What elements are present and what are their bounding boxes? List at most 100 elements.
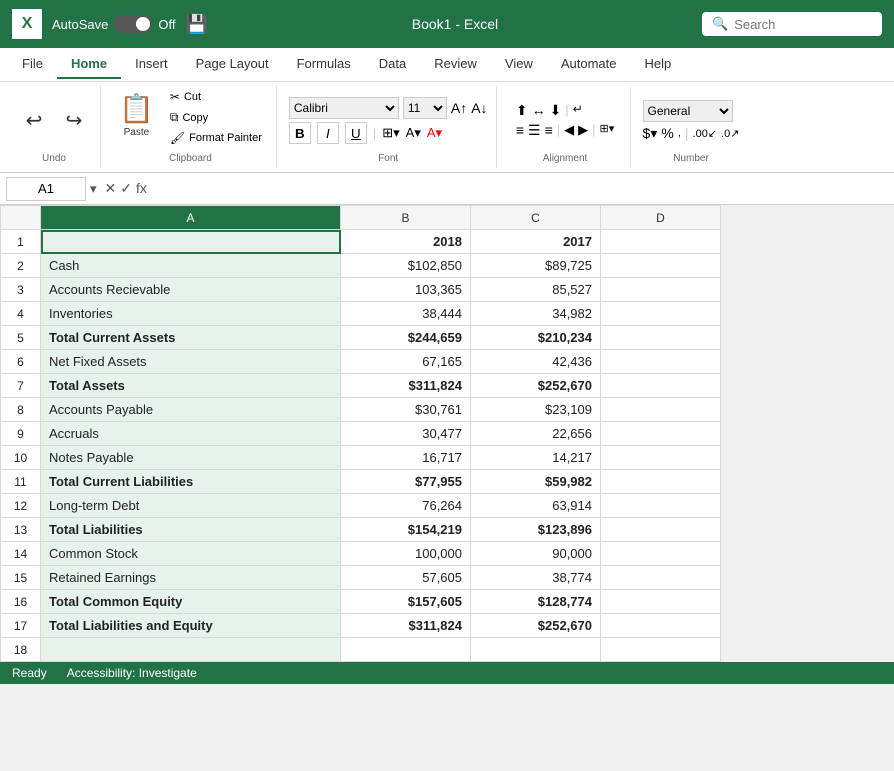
font-shrink-icon[interactable]: A↓ <box>471 100 487 116</box>
cell-d18[interactable] <box>601 638 721 662</box>
cell-a9[interactable]: Accruals <box>41 422 341 446</box>
cell-d13[interactable] <box>601 518 721 542</box>
cell-a5[interactable]: Total Current Assets <box>41 326 341 350</box>
cell-d14[interactable] <box>601 542 721 566</box>
cell-a13[interactable]: Total Liabilities <box>41 518 341 542</box>
cell-b18[interactable] <box>341 638 471 662</box>
decimal-decrease-icon[interactable]: .00↙ <box>693 127 718 140</box>
tab-file[interactable]: File <box>8 50 57 79</box>
font-size-select[interactable]: 11 <box>403 97 447 119</box>
cell-d1[interactable] <box>601 230 721 254</box>
cell-c2[interactable]: $89,725 <box>471 254 601 278</box>
cell-c16[interactable]: $128,774 <box>471 590 601 614</box>
cell-a11[interactable]: Total Current Liabilities <box>41 470 341 494</box>
cancel-formula-icon[interactable]: ✕ <box>105 180 117 197</box>
cell-c12[interactable]: 63,914 <box>471 494 601 518</box>
cell-d15[interactable] <box>601 566 721 590</box>
align-center-icon[interactable]: ☰ <box>528 122 541 139</box>
col-header-a[interactable]: A <box>41 206 341 230</box>
cell-c10[interactable]: 14,217 <box>471 446 601 470</box>
cell-d4[interactable] <box>601 302 721 326</box>
cell-b11[interactable]: $77,955 <box>341 470 471 494</box>
cell-d3[interactable] <box>601 278 721 302</box>
confirm-formula-icon[interactable]: ✓ <box>120 180 132 197</box>
cell-a3[interactable]: Accounts Recievable <box>41 278 341 302</box>
cell-c15[interactable]: 38,774 <box>471 566 601 590</box>
currency-icon[interactable]: $▾ <box>643 125 658 142</box>
merge-center-icon[interactable]: ⊞▾ <box>600 122 615 139</box>
formula-input[interactable] <box>155 177 888 201</box>
cell-b6[interactable]: 67,165 <box>341 350 471 374</box>
align-left-icon[interactable]: ≡ <box>516 122 524 139</box>
cell-d11[interactable] <box>601 470 721 494</box>
tab-formulas[interactable]: Formulas <box>283 50 365 79</box>
save-icon[interactable]: 💾 <box>185 14 207 35</box>
borders-icon[interactable]: ⊞▾ <box>382 125 399 141</box>
cell-d12[interactable] <box>601 494 721 518</box>
cell-a17[interactable]: Total Liabilities and Equity <box>41 614 341 638</box>
cell-d16[interactable] <box>601 590 721 614</box>
cell-b12[interactable]: 76,264 <box>341 494 471 518</box>
cell-b8[interactable]: $30,761 <box>341 398 471 422</box>
cell-c14[interactable]: 90,000 <box>471 542 601 566</box>
cell-c8[interactable]: $23,109 <box>471 398 601 422</box>
tab-insert[interactable]: Insert <box>121 50 182 79</box>
align-top-icon[interactable]: ⬆ <box>516 102 528 119</box>
cell-b1[interactable]: 2018 <box>341 230 471 254</box>
cell-b10[interactable]: 16,717 <box>341 446 471 470</box>
cell-a15[interactable]: Retained Earnings <box>41 566 341 590</box>
cell-b5[interactable]: $244,659 <box>341 326 471 350</box>
tab-view[interactable]: View <box>491 50 547 79</box>
percent-icon[interactable]: % <box>661 125 673 141</box>
align-bottom-icon[interactable]: ⬇ <box>550 102 562 119</box>
cell-b13[interactable]: $154,219 <box>341 518 471 542</box>
tab-data[interactable]: Data <box>365 50 420 79</box>
italic-button[interactable]: I <box>317 122 339 144</box>
cell-a8[interactable]: Accounts Payable <box>41 398 341 422</box>
col-header-d[interactable]: D <box>601 206 721 230</box>
cell-b3[interactable]: 103,365 <box>341 278 471 302</box>
cell-c4[interactable]: 34,982 <box>471 302 601 326</box>
paste-button[interactable]: 📋 Paste <box>113 88 160 142</box>
copy-button[interactable]: ⧉ Copy <box>164 108 268 127</box>
indent-increase-icon[interactable]: ▶ <box>578 122 588 139</box>
fill-color-icon[interactable]: A▾ <box>406 125 421 141</box>
align-right-icon[interactable]: ≡ <box>545 122 553 139</box>
cell-d6[interactable] <box>601 350 721 374</box>
cell-b7[interactable]: $311,824 <box>341 374 471 398</box>
cell-c13[interactable]: $123,896 <box>471 518 601 542</box>
cell-b9[interactable]: 30,477 <box>341 422 471 446</box>
cell-a6[interactable]: Net Fixed Assets <box>41 350 341 374</box>
cell-c6[interactable]: 42,436 <box>471 350 601 374</box>
cell-b2[interactable]: $102,850 <box>341 254 471 278</box>
cell-d5[interactable] <box>601 326 721 350</box>
cell-d17[interactable] <box>601 614 721 638</box>
comma-icon[interactable]: , <box>678 127 681 139</box>
cell-c7[interactable]: $252,670 <box>471 374 601 398</box>
indent-decrease-icon[interactable]: ◀ <box>564 122 574 139</box>
cell-c9[interactable]: 22,656 <box>471 422 601 446</box>
cell-a18[interactable] <box>41 638 341 662</box>
tab-page-layout[interactable]: Page Layout <box>182 50 283 79</box>
search-box[interactable]: 🔍 <box>702 12 882 36</box>
tab-review[interactable]: Review <box>420 50 491 79</box>
redo-button[interactable]: ↪ <box>56 107 92 135</box>
cell-c11[interactable]: $59,982 <box>471 470 601 494</box>
font-grow-icon[interactable]: A↑ <box>451 100 467 116</box>
cut-button[interactable]: ✂ Cut <box>164 88 268 106</box>
decimal-increase-icon[interactable]: .0↗ <box>721 127 739 140</box>
autosave-toggle[interactable] <box>114 15 152 33</box>
cell-a4[interactable]: Inventories <box>41 302 341 326</box>
cell-d2[interactable] <box>601 254 721 278</box>
cell-a14[interactable]: Common Stock <box>41 542 341 566</box>
cell-c5[interactable]: $210,234 <box>471 326 601 350</box>
cell-a1[interactable] <box>41 230 341 254</box>
cell-b14[interactable]: 100,000 <box>341 542 471 566</box>
tab-automate[interactable]: Automate <box>547 50 631 79</box>
cell-c18[interactable] <box>471 638 601 662</box>
cell-a7[interactable]: Total Assets <box>41 374 341 398</box>
cell-d9[interactable] <box>601 422 721 446</box>
cell-b15[interactable]: 57,605 <box>341 566 471 590</box>
cell-d7[interactable] <box>601 374 721 398</box>
insert-function-icon[interactable]: fx <box>136 180 147 197</box>
